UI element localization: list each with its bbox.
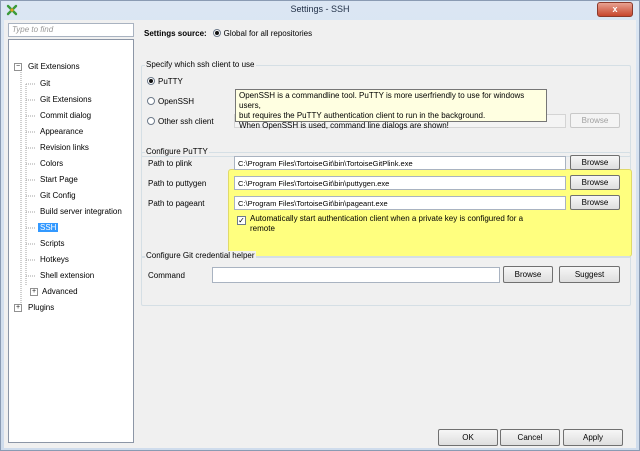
credential-helper-group-title: Configure Git credential helper: [145, 251, 256, 260]
settings-source: Settings source: Global for all reposito…: [144, 29, 312, 38]
credential-suggest-button[interactable]: Suggest: [559, 266, 620, 283]
pageant-path-input[interactable]: C:\Program Files\TortoiseGit\bin\pageant…: [234, 196, 566, 210]
close-button[interactable]: x: [597, 2, 633, 17]
tree-item-scripts[interactable]: Scripts: [38, 237, 66, 250]
apply-button[interactable]: Apply: [563, 429, 623, 446]
global-radio-icon[interactable]: [213, 29, 222, 37]
command-label: Command: [148, 271, 185, 280]
plink-path-input[interactable]: C:\Program Files\TortoiseGit\bin\Tortois…: [234, 156, 566, 170]
settings-tree: − Git Extensions Git Git Extensions Comm…: [8, 39, 134, 443]
cancel-button[interactable]: Cancel: [500, 429, 560, 446]
tree-item-advanced[interactable]: Advanced: [40, 285, 80, 298]
auto-start-label[interactable]: Automatically start authentication clien…: [250, 214, 540, 234]
credential-browse-button[interactable]: Browse: [503, 266, 553, 283]
tree-item-plugins[interactable]: Plugins: [26, 301, 56, 314]
puttygen-path-input[interactable]: C:\Program Files\TortoiseGit\bin\puttyge…: [234, 176, 566, 190]
plink-browse-button[interactable]: Browse: [570, 155, 620, 170]
tree-item-appearance[interactable]: Appearance: [38, 125, 85, 138]
tree-item-git-extensions[interactable]: Git Extensions: [38, 93, 94, 106]
tree-item-build-server-integration[interactable]: Build server integration: [38, 205, 124, 218]
client-area: Type to find − Git Extensions Git Git Ex…: [4, 20, 636, 448]
settings-source-label: Settings source:: [144, 29, 207, 38]
tree-item-commit-dialog[interactable]: Commit dialog: [38, 109, 93, 122]
command-input[interactable]: [212, 267, 500, 283]
other-ssh-client-option[interactable]: Other ssh client: [147, 117, 214, 126]
putty-config-group-title: Configure PuTTY: [145, 147, 209, 156]
tree-item-shell-extension[interactable]: Shell extension: [38, 269, 96, 282]
window-title: Settings - SSH: [290, 4, 350, 14]
puttygen-browse-button[interactable]: Browse: [570, 175, 620, 190]
plink-label: Path to plink: [148, 159, 193, 168]
tree-item-revision-links[interactable]: Revision links: [38, 141, 91, 154]
puttygen-label: Path to puttygen: [148, 179, 207, 188]
plugins-expand-icon[interactable]: +: [14, 304, 22, 312]
ssh-client-group-title: Specify which ssh client to use: [145, 60, 256, 69]
tree-item-start-page[interactable]: Start Page: [38, 173, 80, 186]
title-bar: Settings - SSH x: [1, 1, 639, 19]
tree-item-hotkeys[interactable]: Hotkeys: [38, 253, 71, 266]
ok-button[interactable]: OK: [438, 429, 498, 446]
tree-item-colors[interactable]: Colors: [38, 157, 65, 170]
settings-source-option[interactable]: Global for all repositories: [224, 29, 312, 38]
tree-item-git-config[interactable]: Git Config: [38, 189, 78, 202]
advanced-expand-icon[interactable]: +: [30, 288, 38, 296]
tree-root-git-extensions[interactable]: Git Extensions: [26, 60, 82, 73]
settings-window: Settings - SSH x Type to find − Git Exte…: [0, 0, 640, 451]
tree-item-git[interactable]: Git: [38, 77, 52, 90]
putty-option[interactable]: PuTTY: [147, 77, 183, 86]
auto-start-checkbox[interactable]: ✓: [237, 216, 246, 225]
other-radio-icon[interactable]: [147, 117, 155, 125]
pageant-label: Path to pageant: [148, 199, 205, 208]
pageant-browse-button[interactable]: Browse: [570, 195, 620, 210]
git-extensions-collapse-icon[interactable]: −: [14, 63, 22, 71]
search-input[interactable]: Type to find: [8, 23, 134, 37]
openssh-option[interactable]: OpenSSH: [147, 97, 194, 106]
putty-radio-icon[interactable]: [147, 77, 155, 85]
tree-item-ssh[interactable]: SSH: [38, 221, 59, 234]
other-ssh-browse-button[interactable]: Browse: [570, 113, 620, 128]
ssh-client-tooltip: OpenSSH is a commandline tool. PuTTY is …: [235, 89, 547, 130]
openssh-radio-icon[interactable]: [147, 97, 155, 105]
